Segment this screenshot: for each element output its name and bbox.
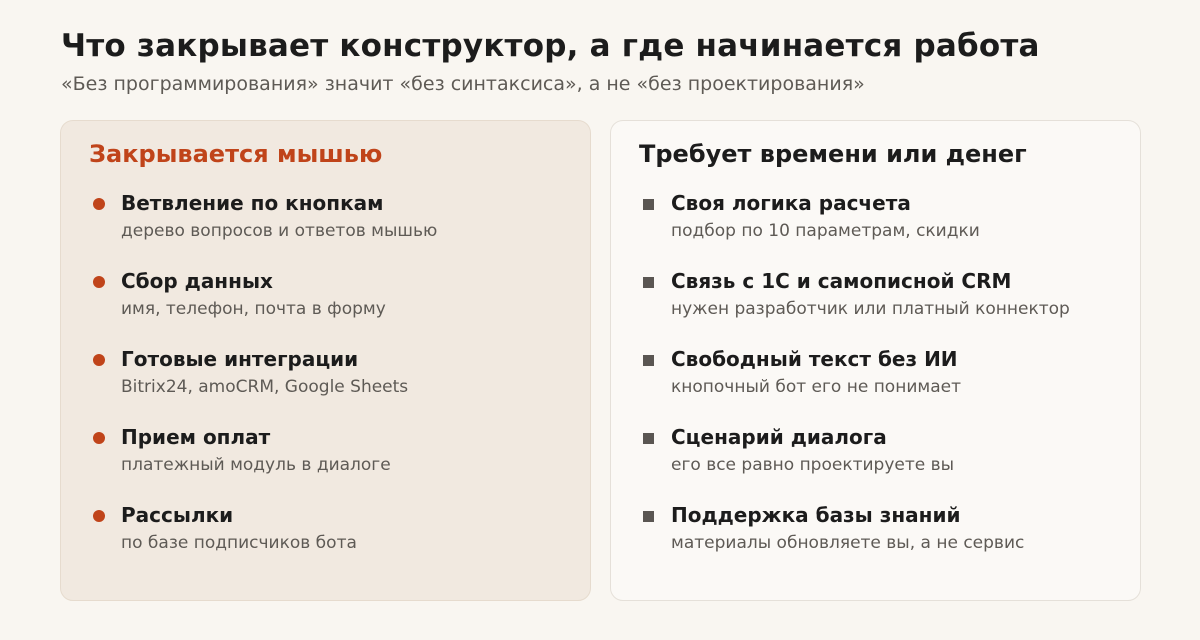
list-item: Сценарий диалога его все равно проектиру… — [639, 425, 1070, 503]
item-title: Связь с 1С и самописной CRM — [671, 269, 1012, 293]
list-item: Ветвление по кнопкам дерево вопросов и о… — [89, 191, 437, 269]
dot-bullet-icon — [93, 276, 105, 288]
item-title: Свободный текст без ИИ — [671, 347, 958, 371]
dot-bullet-icon — [93, 432, 105, 444]
item-description: дерево вопросов и ответов мышью — [121, 221, 438, 241]
list-item: Рассылки по базе подписчиков бота — [89, 503, 437, 581]
list-item: Свободный текст без ИИ кнопочный бот его… — [639, 347, 1070, 425]
square-bullet-icon — [643, 511, 654, 522]
panel-title: Требует времени или денег — [639, 140, 1027, 168]
feature-list: Своя логика расчета подбор по 10 парамет… — [639, 191, 1070, 581]
list-item: Готовые интеграции Bitrix24, amoCRM, Goo… — [89, 347, 437, 425]
dot-bullet-icon — [93, 354, 105, 366]
item-title: Рассылки — [121, 503, 234, 527]
page-title: Что закрывает конструктор, а где начинае… — [61, 28, 1040, 64]
list-item: Своя логика расчета подбор по 10 парамет… — [639, 191, 1070, 269]
square-bullet-icon — [643, 433, 654, 444]
page-subtitle: «Без программирования» значит «без синта… — [61, 73, 865, 95]
dot-bullet-icon — [93, 510, 105, 522]
item-description: материалы обновляете вы, а не сервис — [671, 533, 1025, 553]
requires-effort-panel: Требует времени или денег Своя логика ра… — [610, 120, 1141, 601]
square-bullet-icon — [643, 199, 654, 210]
item-title: Готовые интеграции — [121, 347, 359, 371]
feature-list: Ветвление по кнопкам дерево вопросов и о… — [89, 191, 437, 581]
item-title: Сбор данных — [121, 269, 273, 293]
list-item: Поддержка базы знаний материалы обновляе… — [639, 503, 1070, 581]
item-description: имя, телефон, почта в форму — [121, 299, 386, 319]
item-description: по базе подписчиков бота — [121, 533, 357, 553]
item-description: нужен разработчик или платный коннектор — [671, 299, 1070, 319]
list-item: Связь с 1С и самописной CRM нужен разраб… — [639, 269, 1070, 347]
mouse-covered-panel: Закрывается мышью Ветвление по кнопкам д… — [60, 120, 591, 601]
list-item: Прием оплат платежный модуль в диалоге — [89, 425, 437, 503]
item-description: кнопочный бот его не понимает — [671, 377, 961, 397]
item-title: Прием оплат — [121, 425, 271, 449]
panel-title: Закрывается мышью — [89, 140, 383, 168]
item-description: Bitrix24, amoCRM, Google Sheets — [121, 377, 409, 397]
dot-bullet-icon — [93, 198, 105, 210]
list-item: Сбор данных имя, телефон, почта в форму — [89, 269, 437, 347]
item-title: Сценарий диалога — [671, 425, 887, 449]
item-title: Поддержка базы знаний — [671, 503, 961, 527]
item-title: Ветвление по кнопкам — [121, 191, 384, 215]
item-title: Своя логика расчета — [671, 191, 911, 215]
item-description: его все равно проектируете вы — [671, 455, 955, 475]
item-description: подбор по 10 параметрам, скидки — [671, 221, 980, 241]
square-bullet-icon — [643, 277, 654, 288]
square-bullet-icon — [643, 355, 654, 366]
item-description: платежный модуль в диалоге — [121, 455, 391, 475]
